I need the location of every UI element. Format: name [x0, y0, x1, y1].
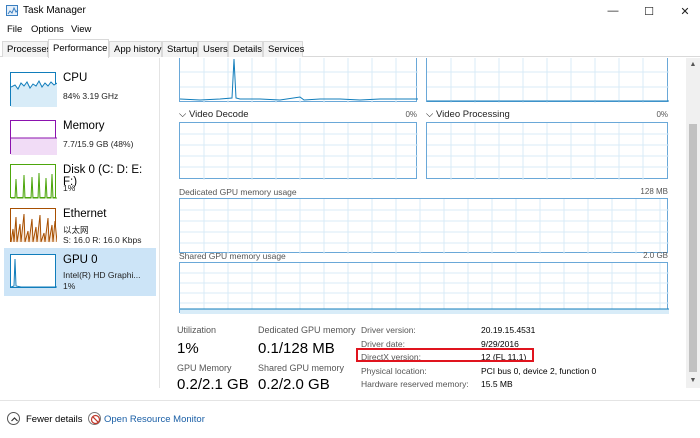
- scroll-thumb[interactable]: [689, 124, 697, 372]
- directx-highlight-box: [356, 348, 534, 362]
- sidebar-item-label: CPU: [63, 72, 88, 84]
- tab-users[interactable]: Users: [198, 41, 228, 57]
- gpu-engine-graph-right: [426, 58, 669, 103]
- sidebar-item-ethernet[interactable]: Ethernet 以太网 S: 16.0 R: 16.0 Kbps: [4, 202, 156, 250]
- gpu-detail-panel: ⌵ Video Decode 0% ⌵ Video Processing 0% …: [161, 58, 686, 388]
- vertical-scrollbar[interactable]: ▲ ▼: [686, 58, 700, 388]
- footer-bar: Fewer details Open Resource Monitor: [0, 400, 700, 438]
- video-decode-chevron-icon[interactable]: ⌵: [179, 109, 186, 120]
- menu-bar: File Options View: [0, 22, 700, 39]
- gpu-engine-graph-left: [179, 58, 418, 103]
- sidebar-item-gpu[interactable]: GPU 0 Intel(R) HD Graphi... 1%: [4, 248, 156, 296]
- sidebar-item-label: Disk 0 (C: D: E: F:): [63, 164, 143, 188]
- utilization-value: 1%: [177, 340, 199, 357]
- physical-location-value: PCI bus 0, device 2, function 0: [481, 366, 597, 376]
- chevron-up-icon[interactable]: [7, 412, 20, 425]
- sidebar-item-label: GPU 0: [63, 254, 98, 266]
- tab-services[interactable]: Services: [263, 41, 304, 57]
- sidebar-item-cpu[interactable]: CPU 84% 3.19 GHz: [4, 66, 156, 114]
- sidebar-item-disk[interactable]: Disk 0 (C: D: E: F:) 1%: [4, 158, 156, 206]
- maximize-icon: ☐: [644, 5, 654, 18]
- video-processing-label: Video Processing: [436, 109, 510, 120]
- sidebar-item-label: Memory: [63, 120, 105, 132]
- hardware-reserved-memory-label: Hardware reserved memory:: [361, 379, 469, 389]
- fewer-details-link[interactable]: Fewer details: [26, 414, 83, 425]
- shared-gpu-memory-label: Shared GPU memory: [258, 363, 345, 373]
- title-bar: Task Manager — ☐ ✕: [0, 0, 700, 22]
- scroll-up-icon[interactable]: ▲: [686, 58, 700, 72]
- tab-strip: Processes Performance App history Startu…: [0, 39, 700, 58]
- disk-graph-icon: [10, 164, 57, 199]
- cpu-graph-icon: [10, 72, 57, 107]
- sidebar-item-memory[interactable]: Memory 7.7/15.9 GB (48%): [4, 114, 156, 162]
- sidebar-item-label: Ethernet: [63, 208, 107, 220]
- tab-details[interactable]: Details: [228, 41, 263, 57]
- sidebar-item-throughput: S: 16.0 R: 16.0 Kbps: [63, 235, 142, 245]
- gpu-memory-value: 0.2/2.1 GB: [177, 376, 249, 393]
- sidebar-item-usage: 1%: [63, 281, 76, 291]
- driver-version-label: Driver version:: [361, 325, 416, 335]
- video-decode-value: 0%: [405, 110, 417, 119]
- dedicated-memory-graph: [179, 198, 669, 254]
- close-icon: ✕: [680, 5, 690, 18]
- gpu-memory-label: GPU Memory: [177, 363, 232, 373]
- tab-processes[interactable]: Processes: [2, 41, 51, 57]
- video-processing-graph: [426, 122, 669, 180]
- dedicated-gpu-memory-label: Dedicated GPU memory: [258, 325, 356, 335]
- maximize-button[interactable]: ☐: [632, 0, 666, 22]
- dedicated-memory-graph-max: 128 MB: [640, 187, 668, 196]
- video-processing-chevron-icon[interactable]: ⌵: [426, 109, 433, 120]
- tab-performance[interactable]: Performance: [48, 39, 109, 58]
- driver-version-value: 20.19.15.4531: [481, 325, 536, 335]
- shared-gpu-memory-value: 0.2/2.0 GB: [258, 376, 330, 393]
- gpu-graph-icon: [10, 254, 57, 288]
- hardware-reserved-memory-value: 15.5 MB: [481, 379, 513, 389]
- sidebar-item-detail: 7.7/15.9 GB (48%): [63, 139, 134, 149]
- open-resource-monitor-link[interactable]: Open Resource Monitor: [104, 414, 205, 425]
- menu-view[interactable]: View: [71, 24, 91, 35]
- sidebar-item-detail: 1%: [63, 183, 76, 193]
- video-decode-label: Video Decode: [189, 109, 249, 120]
- window-title: Task Manager: [23, 5, 86, 16]
- dedicated-memory-graph-label: Dedicated GPU memory usage: [179, 187, 297, 197]
- resource-sidebar: CPU 84% 3.19 GHz Memory 7.7/15.9 GB (48%…: [0, 58, 160, 388]
- video-processing-value: 0%: [656, 110, 668, 119]
- close-button[interactable]: ✕: [668, 0, 700, 22]
- ethernet-graph-icon: [10, 208, 57, 243]
- tab-app-history[interactable]: App history: [109, 41, 162, 57]
- shared-memory-graph-label: Shared GPU memory usage: [179, 251, 286, 261]
- resource-monitor-icon: [88, 412, 101, 425]
- utilization-label: Utilization: [177, 325, 217, 335]
- video-decode-graph: [179, 122, 418, 180]
- minimize-icon: —: [607, 5, 619, 17]
- sidebar-item-detail: Intel(R) HD Graphi...: [63, 270, 141, 280]
- shared-memory-graph: [179, 262, 669, 314]
- physical-location-label: Physical location:: [361, 366, 427, 376]
- task-manager-icon: [6, 5, 19, 16]
- sidebar-item-detail: 84% 3.19 GHz: [63, 91, 119, 101]
- menu-file[interactable]: File: [7, 24, 22, 35]
- memory-graph-icon: [10, 120, 57, 155]
- minimize-button[interactable]: —: [596, 0, 630, 22]
- dedicated-gpu-memory-value: 0.1/128 MB: [258, 340, 335, 357]
- tab-startup[interactable]: Startup: [162, 41, 198, 57]
- scroll-down-icon[interactable]: ▼: [686, 374, 700, 388]
- menu-options[interactable]: Options: [31, 24, 64, 35]
- shared-memory-graph-max: 2.0 GB: [643, 251, 668, 260]
